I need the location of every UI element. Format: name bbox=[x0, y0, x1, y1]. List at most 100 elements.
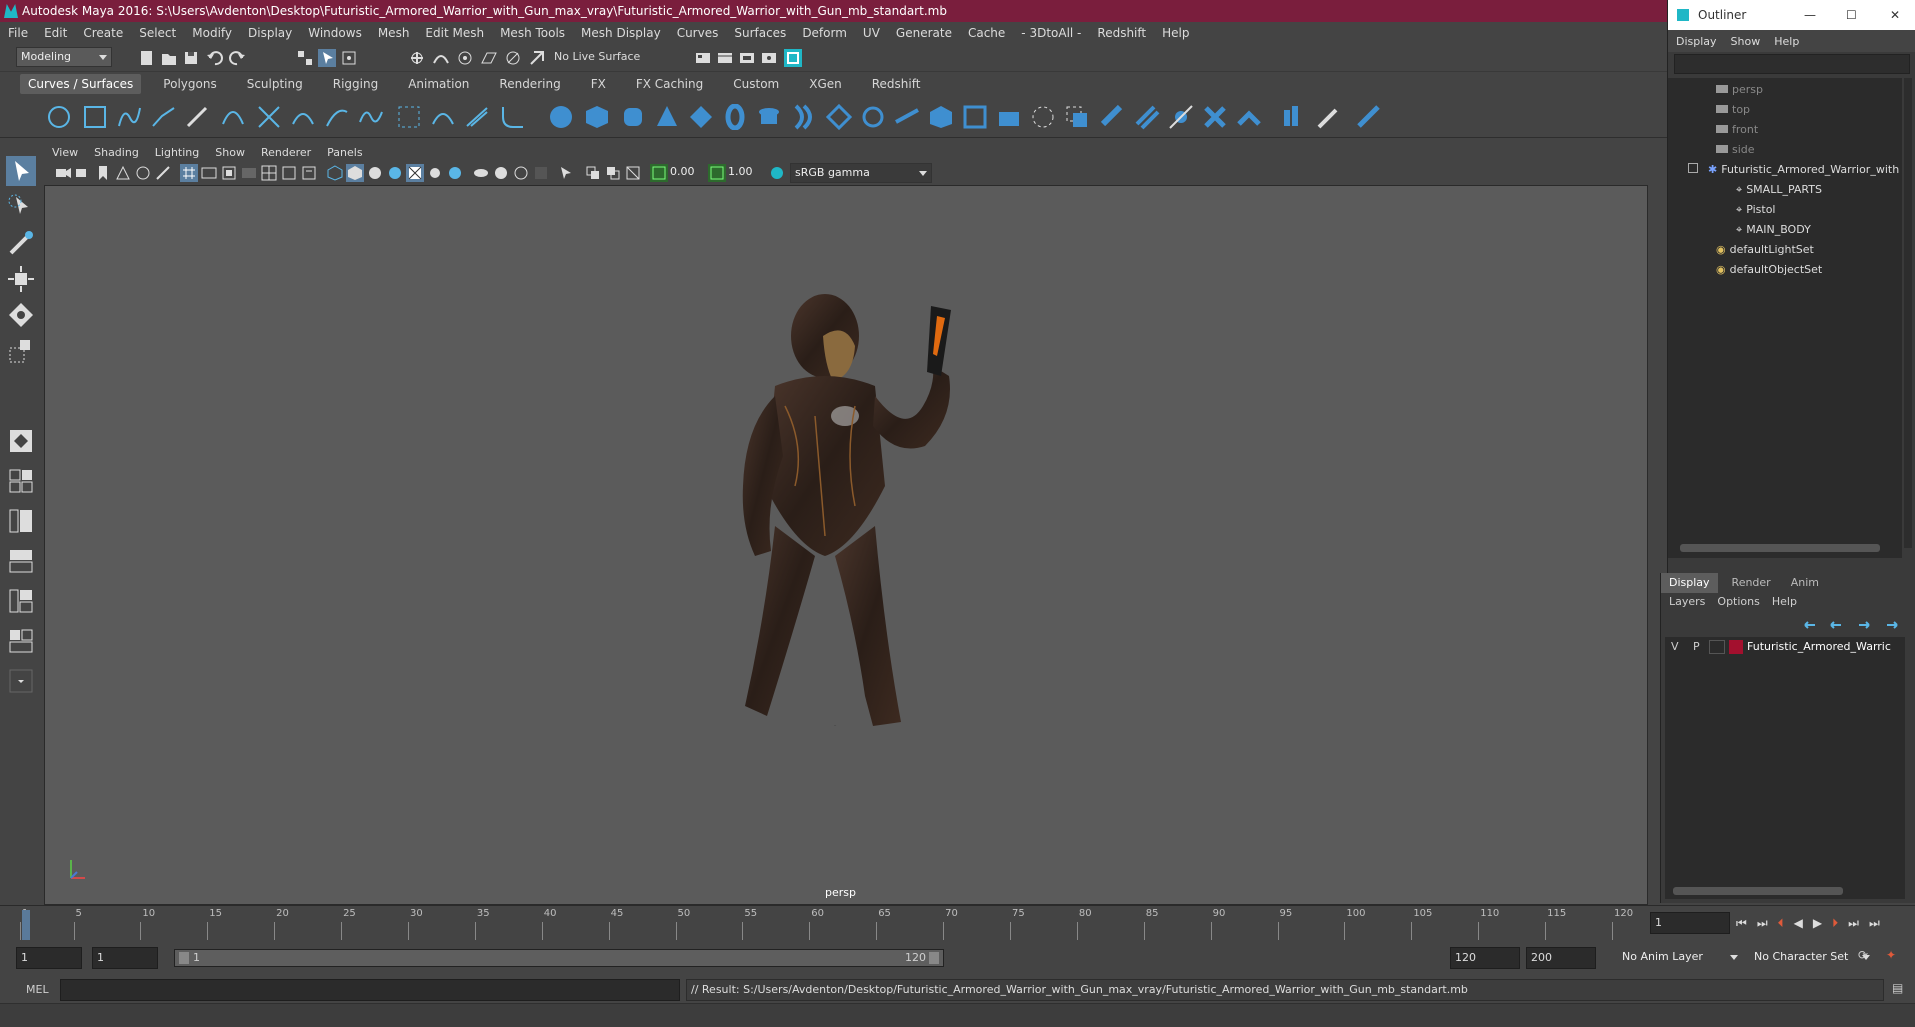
menu-deform[interactable]: Deform bbox=[802, 26, 847, 40]
outliner-item-main-body[interactable]: ⌖ MAIN_BODY bbox=[1736, 220, 1811, 240]
attach-surfaces-icon[interactable] bbox=[1202, 104, 1228, 130]
shadows-icon[interactable] bbox=[426, 164, 444, 182]
go-to-end-icon[interactable]: ⏭ bbox=[1869, 916, 1880, 931]
current-time-marker[interactable] bbox=[22, 910, 30, 940]
extend-surface-icon[interactable] bbox=[1168, 104, 1194, 130]
animation-end-field[interactable]: 200 bbox=[1526, 947, 1596, 969]
depth-of-field-icon[interactable] bbox=[512, 164, 530, 182]
snap-view-plane-icon[interactable] bbox=[480, 49, 498, 67]
xray-active-components-icon[interactable] bbox=[604, 164, 622, 182]
time-slider[interactable]: 1510152025303540455055606570758085909510… bbox=[0, 905, 1915, 943]
persp-layers-layout-icon[interactable] bbox=[6, 626, 36, 656]
boundary-icon[interactable] bbox=[928, 104, 954, 130]
render-view-icon[interactable] bbox=[760, 49, 778, 67]
snap-grid-icon[interactable] bbox=[408, 49, 426, 67]
playback-end-field[interactable]: 120 bbox=[1450, 947, 1520, 969]
insert-knot-icon[interactable] bbox=[358, 104, 384, 130]
pencil-curve-icon[interactable] bbox=[184, 104, 210, 130]
viewport-menu-show[interactable]: Show bbox=[215, 146, 245, 159]
bookmark-icon[interactable] bbox=[94, 164, 112, 182]
render-frame-icon[interactable] bbox=[716, 49, 734, 67]
redo-icon[interactable] bbox=[228, 49, 246, 67]
gamma-value[interactable]: 1.00 bbox=[728, 165, 753, 178]
shelf-tab-sculpting[interactable]: Sculpting bbox=[239, 74, 311, 94]
maximize-icon[interactable]: ☐ bbox=[1846, 0, 1857, 30]
viewport-menu-shading[interactable]: Shading bbox=[94, 146, 139, 159]
persp-outliner-layout-icon[interactable] bbox=[6, 506, 36, 536]
step-forward-key-icon[interactable]: ⏭ bbox=[1848, 916, 1859, 931]
step-back-frame-icon[interactable]: ⏴ bbox=[1778, 916, 1784, 931]
go-to-start-icon[interactable]: ⏮ bbox=[1736, 916, 1747, 931]
select-object-icon[interactable] bbox=[318, 49, 336, 67]
arc-curve-icon[interactable] bbox=[220, 104, 246, 130]
wireframe-icon[interactable] bbox=[326, 164, 344, 182]
outliner-item-default-light-set[interactable]: ◉ defaultLightSet bbox=[1716, 240, 1814, 260]
planar-icon[interactable] bbox=[826, 104, 852, 130]
nurbs-cone-icon[interactable] bbox=[654, 104, 680, 130]
nurbs-cylinder-icon[interactable] bbox=[620, 104, 646, 130]
exposure-value[interactable]: 0.00 bbox=[670, 165, 695, 178]
nurbs-cube-icon[interactable] bbox=[584, 104, 610, 130]
animation-start-field[interactable]: 1 bbox=[16, 947, 82, 969]
color-space-dropdown[interactable]: sRGB gamma bbox=[790, 163, 932, 183]
nurbs-square-icon[interactable] bbox=[82, 104, 108, 130]
menu-edit[interactable]: Edit bbox=[44, 26, 67, 40]
menu-edit-mesh[interactable]: Edit Mesh bbox=[425, 26, 484, 40]
layer-playback-toggle[interactable]: P bbox=[1693, 637, 1700, 657]
safe-action-icon[interactable] bbox=[280, 164, 298, 182]
3d-viewport[interactable]: persp bbox=[44, 185, 1648, 905]
menu-uv[interactable]: UV bbox=[863, 26, 880, 40]
layer-row[interactable]: V P Futuristic_Armored_Warric bbox=[1665, 637, 1905, 657]
xray-joints-icon[interactable] bbox=[584, 164, 602, 182]
square-surface-icon[interactable] bbox=[962, 104, 988, 130]
outliner-search-input[interactable] bbox=[1674, 54, 1910, 74]
shelf-tab-custom[interactable]: Custom bbox=[725, 74, 787, 94]
revolve-icon[interactable] bbox=[756, 104, 782, 130]
play-forward-icon[interactable]: ▶ bbox=[1813, 916, 1822, 931]
two-d-pan-icon[interactable] bbox=[134, 164, 152, 182]
select-hierarchy-icon[interactable] bbox=[296, 49, 314, 67]
minimize-icon[interactable]: — bbox=[1804, 0, 1816, 30]
detach-curves-icon[interactable] bbox=[290, 104, 316, 130]
snap-surface-icon[interactable] bbox=[504, 49, 522, 67]
four-view-layout-icon[interactable] bbox=[6, 466, 36, 496]
shelf-tab-polygons[interactable]: Polygons bbox=[155, 74, 224, 94]
outliner-menu-show[interactable]: Show bbox=[1731, 35, 1761, 48]
collapse-icon[interactable] bbox=[1688, 163, 1698, 173]
range-slider[interactable]: 1 120 bbox=[174, 949, 944, 967]
menu-create[interactable]: Create bbox=[83, 26, 123, 40]
new-scene-icon[interactable] bbox=[138, 49, 156, 67]
ep-curve-icon[interactable] bbox=[150, 104, 176, 130]
nurbs-torus-icon[interactable] bbox=[722, 104, 748, 130]
menu-help[interactable]: Help bbox=[1162, 26, 1189, 40]
screen-space-ao-icon[interactable] bbox=[446, 164, 464, 182]
snap-curve-icon[interactable] bbox=[432, 49, 450, 67]
gate-mask-icon[interactable] bbox=[240, 164, 258, 182]
extend-curve-icon[interactable] bbox=[324, 104, 350, 130]
extrude-icon[interactable] bbox=[860, 104, 886, 130]
paint-select-icon[interactable] bbox=[6, 228, 36, 258]
viewport-menu-lighting[interactable]: Lighting bbox=[155, 146, 199, 159]
view-transform-icon[interactable] bbox=[768, 164, 786, 182]
safe-title-icon[interactable] bbox=[300, 164, 318, 182]
outliner-item-warrior-group[interactable]: ✱ Futuristic_Armored_Warrior_with bbox=[1688, 160, 1899, 180]
outliner-item-top[interactable]: top bbox=[1716, 100, 1750, 120]
menu-file[interactable]: File bbox=[8, 26, 28, 40]
shelf-tab-fx[interactable]: FX bbox=[583, 74, 614, 94]
menu-cache[interactable]: Cache bbox=[968, 26, 1005, 40]
tab-display[interactable]: Display bbox=[1661, 573, 1718, 593]
animation-prefs-icon[interactable]: ✦ bbox=[1886, 948, 1896, 962]
persp-graph-layout-icon[interactable] bbox=[6, 546, 36, 576]
nurbs-plane-icon[interactable] bbox=[688, 104, 714, 130]
exposure-icon[interactable] bbox=[650, 164, 668, 182]
nurbs-circle-icon[interactable] bbox=[46, 104, 72, 130]
film-gate-icon[interactable] bbox=[200, 164, 218, 182]
isolate-select-icon[interactable] bbox=[558, 164, 576, 182]
reverse-curve-icon[interactable] bbox=[430, 104, 456, 130]
move-layer-down-icon[interactable] bbox=[1830, 621, 1841, 629]
outliner-item-front[interactable]: front bbox=[1716, 120, 1758, 140]
outliner-item-pistol[interactable]: ⌖ Pistol bbox=[1736, 200, 1775, 220]
detach-surfaces-icon[interactable] bbox=[1236, 104, 1262, 130]
menu-modify[interactable]: Modify bbox=[192, 26, 232, 40]
new-layer-icon[interactable] bbox=[1859, 621, 1870, 629]
